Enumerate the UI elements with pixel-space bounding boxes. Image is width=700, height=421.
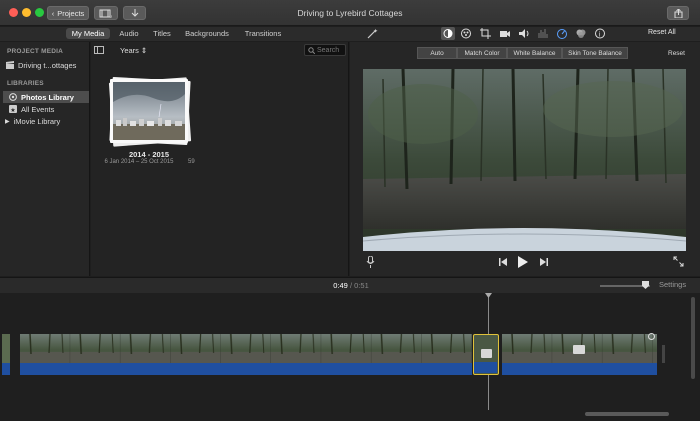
reset-button[interactable]: Reset [668, 50, 685, 57]
audio-left-edge[interactable] [2, 363, 10, 375]
sidebar-item-all-events-label: All Events [21, 104, 55, 114]
skip-forward-icon[interactable] [539, 257, 549, 267]
tab-transitions[interactable]: Transitions [240, 28, 286, 39]
svg-text:i: i [599, 32, 601, 39]
libraries-sidebar [0, 42, 90, 276]
forest-road-frame [363, 69, 686, 251]
total-time: 0:51 [354, 281, 369, 290]
skip-back-icon[interactable] [498, 257, 508, 267]
sidebar-item-all-events[interactable]: ★ All Events [3, 103, 89, 115]
timeline-settings-button[interactable]: Settings [659, 280, 686, 289]
clip-filmstrip [20, 334, 472, 363]
photos-flower-icon [9, 93, 17, 101]
timeline-scrollbar[interactable] [585, 412, 669, 416]
clip-filter-icon[interactable] [575, 28, 587, 39]
speed-icon[interactable] [556, 28, 568, 39]
color-balance-tool[interactable] [441, 27, 455, 40]
timecode-display: 0:49 / 0:51 [318, 281, 384, 290]
sidebar-item-photos-library[interactable]: Photos Library [3, 91, 89, 103]
tab-titles[interactable]: Titles [148, 28, 176, 39]
clip-left-edge[interactable] [2, 334, 10, 363]
search-placeholder: Search [317, 46, 340, 54]
disclosure-triangle-icon[interactable]: ▶ [5, 118, 10, 125]
svg-text:★: ★ [10, 107, 15, 113]
volume-icon[interactable] [518, 28, 530, 39]
audio-track-main[interactable] [20, 363, 472, 375]
selected-clip-audio [474, 362, 497, 373]
clip-filmstrip-right [502, 334, 657, 363]
color-balance-icon [443, 29, 453, 38]
project-media-header: PROJECT MEDIA [7, 48, 64, 55]
timecode-separator: / [349, 281, 353, 290]
video-clip-main[interactable] [20, 334, 472, 363]
video-preview[interactable] [363, 69, 686, 251]
video-clip-right[interactable] [502, 334, 657, 363]
updown-chevron-icon: ⇕ [140, 46, 148, 55]
share-icon [674, 8, 682, 18]
clip-trim-handle[interactable] [662, 345, 665, 363]
event-thumbnail[interactable] [110, 79, 188, 143]
search-field[interactable]: Search [304, 44, 346, 56]
stabilization-icon[interactable] [499, 28, 511, 39]
white-balance-button[interactable]: White Balance [507, 47, 562, 59]
noise-reduction-icon[interactable] [537, 28, 549, 39]
tab-audio[interactable]: Audio [114, 28, 144, 39]
fullscreen-icon[interactable] [673, 256, 684, 267]
tab-my-media[interactable]: My Media [66, 28, 110, 39]
event-photo [113, 82, 185, 140]
event-date-range: 6 Jan 2014 – 25 Oct 2015 [104, 159, 174, 165]
event-item-count: 59 [188, 159, 195, 165]
reset-all-button[interactable]: Reset All [648, 29, 676, 36]
libraries-header: LIBRARIES [7, 80, 44, 87]
sidebar-item-project[interactable]: Driving t...ottages [0, 59, 90, 71]
clapperboard-icon [6, 61, 14, 69]
skin-tone-balance-button[interactable]: Skin Tone Balance [562, 47, 628, 59]
sidebar-toggle-icon[interactable] [94, 46, 104, 54]
play-icon[interactable] [517, 255, 529, 269]
event-title: 2014 - 2015 [128, 150, 170, 159]
sidebar-item-imovie-library-label: iMovie Library [13, 116, 61, 126]
group-by-dropdown[interactable]: Years ⇕ [120, 46, 147, 55]
crop-icon[interactable] [480, 28, 491, 39]
current-time: 0:49 [333, 281, 348, 290]
sidebar-item-photos-library-label: Photos Library [21, 92, 74, 102]
group-by-label: Years [120, 46, 139, 55]
magic-wand-icon[interactable]: ✦ [366, 28, 378, 39]
audio-track-right[interactable] [502, 363, 657, 375]
window-title: Driving to Lyrebird Cottages [297, 8, 403, 18]
clip-end-marker[interactable] [648, 333, 655, 340]
selected-clip[interactable] [473, 334, 499, 375]
timeline-vertical-scrollbar[interactable] [691, 297, 695, 379]
sidebar-item-imovie-library[interactable]: ▶ iMovie Library [0, 115, 90, 127]
microphone-icon[interactable] [366, 256, 375, 268]
tab-backgrounds[interactable]: Backgrounds [182, 28, 232, 39]
star-box-icon: ★ [9, 105, 17, 113]
info-icon[interactable]: i [594, 28, 606, 39]
transition-icon [481, 349, 492, 358]
sidebar-item-project-label: Driving t...ottages [18, 60, 77, 70]
match-color-button[interactable]: Match Color [457, 47, 507, 59]
search-icon [308, 46, 315, 54]
svg-text:✦: ✦ [373, 28, 378, 35]
auto-button[interactable]: Auto [417, 47, 457, 59]
share-button[interactable] [667, 6, 689, 20]
color-correction-icon[interactable] [460, 28, 472, 39]
